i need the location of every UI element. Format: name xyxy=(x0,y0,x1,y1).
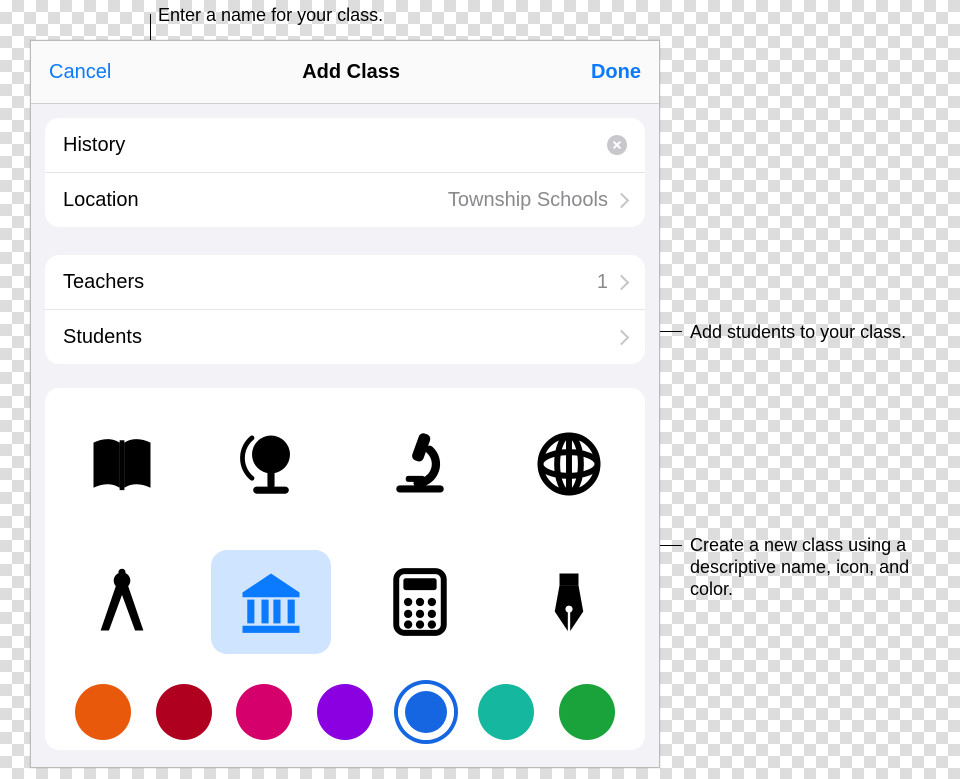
compass-icon xyxy=(84,564,160,640)
class-details-group: History Location Township Schools xyxy=(45,118,645,227)
icon-option-book[interactable] xyxy=(62,412,182,516)
class-name-input[interactable]: History xyxy=(63,134,125,157)
color-row xyxy=(55,684,635,740)
icon-option-calculator[interactable] xyxy=(360,550,480,654)
icon-option-compass[interactable] xyxy=(62,550,182,654)
callout-text: Add students to your class. xyxy=(690,322,906,342)
chevron-right-icon xyxy=(614,329,630,345)
callout-line xyxy=(660,331,682,332)
people-group: Teachers 1 Students xyxy=(45,255,645,364)
book-icon xyxy=(84,426,160,502)
globe-wire-icon xyxy=(531,426,607,502)
callout-text: Create a new class using a descriptive n… xyxy=(690,535,909,599)
location-row[interactable]: Location Township Schools xyxy=(45,172,645,227)
navbar-title: Add Class xyxy=(302,61,400,84)
color-option-purple[interactable] xyxy=(317,684,373,740)
bank-icon xyxy=(233,564,309,640)
cancel-button[interactable]: Cancel xyxy=(49,61,111,84)
callout-create: Create a new class using a descriptive n… xyxy=(690,534,910,600)
color-option-green[interactable] xyxy=(559,684,615,740)
students-row[interactable]: Students xyxy=(45,309,645,364)
color-option-red[interactable] xyxy=(156,684,212,740)
icon-option-pen-nib[interactable] xyxy=(509,550,629,654)
callout-class-name: Enter a name for your class. xyxy=(158,4,558,26)
location-label: Location xyxy=(63,189,139,212)
icon-option-globe-wire[interactable] xyxy=(509,412,629,516)
pen-nib-icon xyxy=(531,564,607,640)
chevron-right-icon xyxy=(614,192,630,208)
color-option-magenta[interactable] xyxy=(236,684,292,740)
icon-option-globe-stand[interactable] xyxy=(211,412,331,516)
callout-text: Enter a name for your class. xyxy=(158,5,383,25)
icon-option-bank[interactable] xyxy=(211,550,331,654)
callout-line xyxy=(660,545,682,546)
done-button[interactable]: Done xyxy=(591,61,641,84)
clear-text-icon[interactable] xyxy=(607,135,627,155)
navbar: Cancel Add Class Done xyxy=(31,41,659,104)
color-option-orange[interactable] xyxy=(75,684,131,740)
teachers-count: 1 xyxy=(597,271,608,294)
students-label: Students xyxy=(63,326,142,349)
icon-color-panel xyxy=(45,388,645,750)
add-class-modal: Cancel Add Class Done History Location T… xyxy=(30,40,660,768)
teachers-row[interactable]: Teachers 1 xyxy=(45,255,645,309)
callout-students: Add students to your class. xyxy=(690,321,960,343)
color-option-teal[interactable] xyxy=(478,684,534,740)
class-name-row[interactable]: History xyxy=(45,118,645,172)
microscope-icon xyxy=(382,426,458,502)
icon-option-microscope[interactable] xyxy=(360,412,480,516)
chevron-right-icon xyxy=(614,274,630,290)
icon-grid xyxy=(55,412,635,654)
globe-stand-icon xyxy=(233,426,309,502)
teachers-label: Teachers xyxy=(63,271,144,294)
color-option-blue[interactable] xyxy=(398,684,454,740)
calculator-icon xyxy=(382,564,458,640)
location-value: Township Schools xyxy=(448,189,608,212)
